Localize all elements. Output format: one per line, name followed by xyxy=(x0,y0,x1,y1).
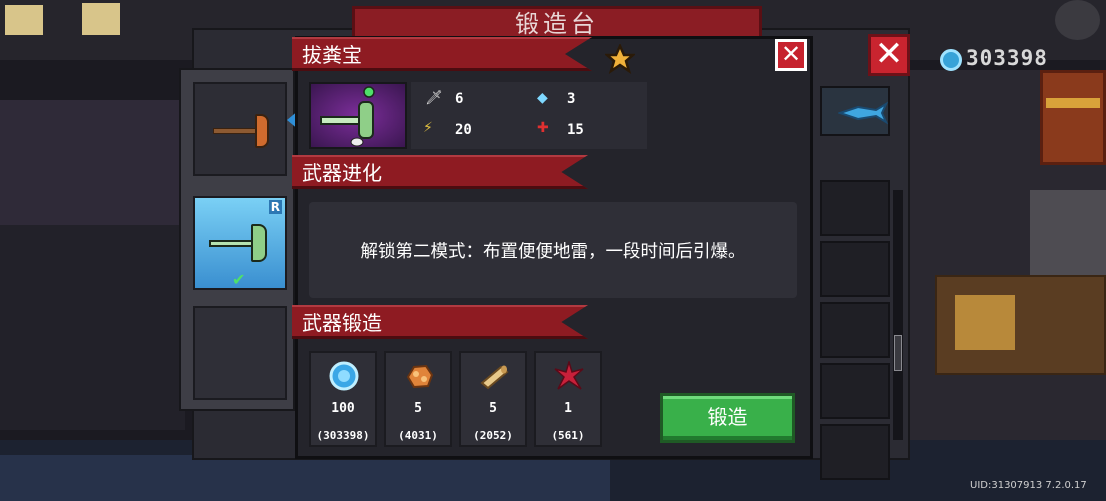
recipe-list-item[interactable] xyxy=(820,241,890,297)
material-required: 5 xyxy=(414,401,422,416)
crit-icon: ⚡ xyxy=(423,120,433,136)
recipe-list-scrollbar[interactable] xyxy=(893,190,903,440)
favorite-star-icon[interactable] xyxy=(605,44,635,74)
uid-version-label: UID:31307913 7.2.0.17 xyxy=(970,480,1087,491)
owned-check-icon: ✔ xyxy=(232,270,246,289)
background-rocks xyxy=(0,455,610,501)
material-required: 5 xyxy=(489,401,497,416)
fish-weapon-icon xyxy=(838,101,888,125)
recipe-list-item[interactable] xyxy=(820,180,890,236)
stat-crit: 20 xyxy=(455,122,472,138)
material-required: 1 xyxy=(564,401,572,416)
material-required: 100 xyxy=(331,401,355,416)
weapon-name-ribbon: 拔粪宝 xyxy=(292,37,592,71)
evolution-description-box: 解锁第二模式：布置便便地雷，一段时间后引爆。 xyxy=(309,202,797,298)
recipe-list-item[interactable] xyxy=(820,363,890,419)
weapon-name: 拔粪宝 xyxy=(302,43,362,67)
accuracy-icon: ✚ xyxy=(537,120,549,136)
damage-icon: 🗡 xyxy=(425,90,443,106)
weapon-variant-column: R ✔ xyxy=(179,68,295,411)
gem-currency-count: 303398 xyxy=(966,46,1048,70)
plunger-handle xyxy=(209,240,253,247)
stat-damage: 6 xyxy=(455,91,464,107)
gem-icon xyxy=(329,361,359,391)
evolution-description: 解锁第二模式：布置便便地雷，一段时间后引爆。 xyxy=(360,242,746,262)
forging-ribbon: 武器锻造 xyxy=(292,305,588,339)
material-owned: (2052) xyxy=(473,429,513,442)
background-floor xyxy=(0,100,185,225)
material-owned: (303398) xyxy=(316,429,370,442)
background-chest xyxy=(1040,70,1106,165)
weapon-variant-slot-selected[interactable]: R ✔ xyxy=(193,196,287,290)
plunger-handle xyxy=(213,128,257,134)
forge-close-button[interactable]: ✕ xyxy=(868,34,910,76)
background-skull-decoration xyxy=(1055,0,1100,40)
forge-button[interactable]: 锻造 xyxy=(660,393,795,443)
material-slot: 100 (303398) xyxy=(309,351,377,447)
forge-recipe-list xyxy=(820,78,890,480)
background-chest-lid xyxy=(1046,98,1100,108)
material-owned: (561) xyxy=(551,429,585,442)
close-button[interactable]: ✕ xyxy=(775,39,807,71)
material-owned: (4031) xyxy=(398,429,438,442)
plunger-cup xyxy=(255,114,269,148)
evolution-heading: 武器进化 xyxy=(302,161,382,185)
timber-icon xyxy=(480,365,509,390)
background-note xyxy=(82,3,120,35)
recipe-list-scroll-thumb[interactable] xyxy=(894,335,902,371)
rarity-badge: R xyxy=(268,200,282,214)
evolution-ribbon: 武器进化 xyxy=(292,155,588,189)
weapon-variant-slot[interactable] xyxy=(193,82,287,176)
stat-accuracy: 15 xyxy=(567,122,584,138)
forge-title: 锻造台 xyxy=(515,10,599,38)
material-slot: 5 (2052) xyxy=(459,351,527,447)
green-plunger-icon xyxy=(320,86,375,147)
recipe-list-item[interactable] xyxy=(820,302,890,358)
forging-heading: 武器锻造 xyxy=(302,311,382,335)
gem-currency-icon xyxy=(940,49,962,71)
red-crystal-icon xyxy=(554,361,584,390)
material-slot: 1 (561) xyxy=(534,351,602,447)
energy-icon: ◆ xyxy=(537,90,548,106)
ore-icon xyxy=(406,364,434,389)
material-slot: 5 (4031) xyxy=(384,351,452,447)
weapon-stats-panel: 🗡 6 ◆ 3 ⚡ 20 ✚ 15 xyxy=(411,82,647,149)
weapon-portrait xyxy=(309,82,407,149)
forge-title-banner: 锻造台 xyxy=(352,6,762,40)
plunger-cup xyxy=(251,224,267,262)
recipe-list-item[interactable] xyxy=(820,86,890,136)
stat-energy: 3 xyxy=(567,91,576,107)
recipe-list-item[interactable] xyxy=(820,424,890,480)
weapon-variant-slot-empty[interactable] xyxy=(193,306,287,400)
background-cloth xyxy=(1030,190,1106,280)
background-note xyxy=(5,5,43,35)
background-floor xyxy=(0,225,185,430)
background-crate xyxy=(955,295,1015,350)
